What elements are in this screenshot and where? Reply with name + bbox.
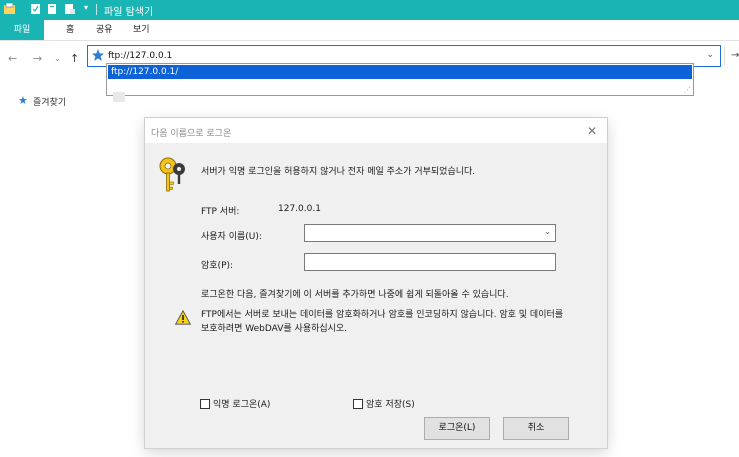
star-icon: ★ xyxy=(18,94,28,107)
go-arrow-icon[interactable]: → xyxy=(731,50,739,61)
username-label: 사용자 이름(U): xyxy=(201,232,262,242)
document-icon[interactable] xyxy=(64,3,75,15)
dialog-title: 다음 이름으로 로그온 xyxy=(151,129,232,139)
warning-icon xyxy=(175,310,191,325)
favorites-note: 로그온한 다음, 즐겨찾기에 이 서버를 추가하면 나중에 쉽게 되돌아올 수 … xyxy=(201,290,509,300)
address-separator xyxy=(724,47,725,65)
tab-file[interactable]: 파일 xyxy=(0,20,44,40)
recent-locations-icon[interactable]: ⌄ xyxy=(54,54,61,63)
forward-arrow-icon[interactable]: → xyxy=(33,52,42,65)
window-title: 파일 탐색기 xyxy=(104,7,154,18)
username-combobox[interactable]: ⌄ xyxy=(304,224,556,242)
keys-icon xyxy=(159,157,185,192)
cancel-button[interactable]: 취소 xyxy=(503,417,569,440)
explorer-folder-icon[interactable] xyxy=(4,3,15,15)
title-bar: ▾ 파일 탐색기 xyxy=(0,0,739,20)
tab-view[interactable]: 보기 xyxy=(133,20,150,40)
checkbox-box[interactable] xyxy=(200,398,210,409)
nav-favorites[interactable]: 즐겨찾기 xyxy=(33,95,66,108)
password-label: 암호(P): xyxy=(201,261,234,271)
autocomplete-item[interactable]: ftp://127.0.0.1/ xyxy=(108,65,692,79)
save-password-label: 암호 저장(S) xyxy=(366,400,415,410)
dialog-title-bar: 다음 이름으로 로그온 ✕ xyxy=(145,118,607,143)
tab-share[interactable]: 공유 xyxy=(96,20,113,40)
login-button[interactable]: 로그온(L) xyxy=(424,417,490,440)
resize-grip-icon[interactable]: ⋰ xyxy=(684,86,691,94)
tab-home[interactable]: 홈 xyxy=(66,20,74,40)
properties-icon[interactable] xyxy=(30,3,41,15)
quick-access-dropdown-icon[interactable]: ▾ xyxy=(84,3,88,12)
anonymous-login-label: 익명 로그온(A) xyxy=(213,400,271,410)
address-input[interactable]: ftp://127.0.0.1 xyxy=(108,51,172,61)
chevron-down-icon[interactable]: ⌄ xyxy=(706,50,714,60)
close-icon[interactable]: ✕ xyxy=(587,124,597,138)
ribbon-tabs: 파일 홈 공유 보기 xyxy=(0,20,739,41)
address-autocomplete: ftp://127.0.0.1/ ⋰ xyxy=(106,63,694,96)
up-arrow-icon[interactable]: ↑ xyxy=(70,52,79,65)
pin-icon xyxy=(92,49,104,61)
login-dialog: 다음 이름으로 로그온 ✕ 서버가 익명 로그인을 허용하지 않거나 전자 메일… xyxy=(145,118,607,448)
password-field[interactable] xyxy=(304,253,556,271)
save-password-checkbox[interactable]: 암호 저장(S) xyxy=(353,397,415,410)
server-value: 127.0.0.1 xyxy=(278,204,321,214)
new-folder-icon[interactable] xyxy=(47,3,58,15)
pane-divider[interactable] xyxy=(113,92,125,102)
title-separator xyxy=(96,4,97,15)
checkbox-box[interactable] xyxy=(353,398,363,409)
anonymous-login-checkbox[interactable]: 익명 로그온(A) xyxy=(200,397,270,410)
navigation-pane: ★ 즐겨찾기 xyxy=(0,92,125,112)
server-label: FTP 서버: xyxy=(201,207,240,217)
security-warning: FTP에서는 서버로 보내는 데이터를 암호화하거나 암호를 인코딩하지 않습니… xyxy=(201,310,564,334)
chevron-down-icon[interactable]: ⌄ xyxy=(544,227,551,236)
dialog-message: 서버가 익명 로그인을 허용하지 않거나 전자 메일 주소가 거부되었습니다. xyxy=(201,167,476,177)
back-arrow-icon[interactable]: ← xyxy=(8,52,17,65)
